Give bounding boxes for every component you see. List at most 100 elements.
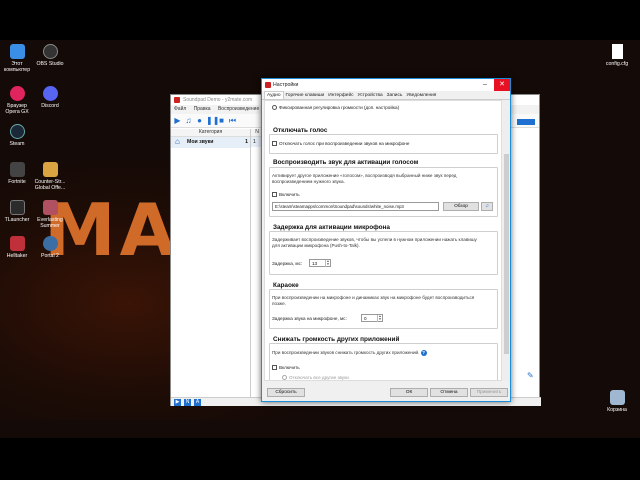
- mute-voice-checkbox[interactable]: Отключать голос при воспроизведении звук…: [272, 141, 410, 147]
- desktop-icon-label: Корзина: [607, 407, 627, 413]
- desktop-icon-everlasting-summer[interactable]: Everlasting Summer: [33, 200, 67, 229]
- desktop-icon-this-pc[interactable]: Этот компьютер: [0, 44, 34, 73]
- activation-sound-checkbox[interactable]: Включить: [272, 192, 300, 198]
- settings-title: Настройки: [273, 82, 299, 88]
- desktop-icon-label: Counter-Str... Global Offe...: [34, 179, 66, 191]
- desktop-icon-label: Helltaker: [6, 253, 28, 259]
- home-icon: ⌂: [175, 137, 180, 146]
- mic-delay-description: Задерживает воспроизведение звуков, чтоб…: [272, 237, 477, 248]
- desktop-icon-fortnite[interactable]: Fortnite: [0, 162, 34, 185]
- tab-interface[interactable]: Интерфейс: [326, 92, 355, 99]
- category-item-my-sounds[interactable]: ⌂ Мои звуки 1: [171, 137, 250, 148]
- a-button[interactable]: A: [194, 399, 201, 406]
- desktop-icon-label: config.cfg: [605, 61, 629, 67]
- mute-all-radio[interactable]: Отключать все другие звуки: [282, 375, 349, 380]
- discord-icon: [42, 86, 58, 101]
- scrollbar-thumb[interactable]: [504, 154, 509, 354]
- desktop-icon-config[interactable]: config.cfg: [600, 44, 634, 67]
- desktop-icon-label: Steam: [9, 141, 25, 147]
- microphone-icon[interactable]: ●: [195, 116, 204, 125]
- mute-voice-checkbox-label: Отключать голос при воспроизведении звук…: [279, 141, 410, 146]
- karaoke-delay-value: 0: [364, 316, 367, 321]
- karaoke-delay-stepper[interactable]: 0 ▲ ▼: [361, 314, 383, 322]
- desktop-icon-tlauncher[interactable]: TLauncher: [0, 200, 34, 223]
- browse-button[interactable]: Обзор: [443, 202, 479, 211]
- desktop-icon-label: Fortnite: [8, 179, 26, 185]
- settings-footer: Сбросить ОК Отмена Применить: [262, 384, 512, 402]
- screen: MA Этот компьютер OBS Studio Браузер Ope…: [0, 0, 640, 480]
- lower-volume-title: Снижать громкость других приложений: [272, 336, 401, 343]
- minimize-icon[interactable]: –: [477, 79, 493, 91]
- mute-voice-title: Отключать голос: [272, 127, 329, 134]
- checkbox[interactable]: [272, 365, 277, 371]
- apply-button[interactable]: Применить: [470, 388, 508, 397]
- desktop-icon-discord[interactable]: Discord: [33, 86, 67, 109]
- desktop-icon-opera-gx[interactable]: Браузер Opera GX: [0, 86, 34, 115]
- karaoke-description: При воспроизведении на микрофоне и динам…: [272, 295, 475, 306]
- activation-sound-description: Активирует другое приложение «голосом», …: [272, 173, 457, 184]
- bottom-black-bar: [0, 438, 640, 480]
- tab-hotkeys[interactable]: Горячие клавиши: [284, 92, 327, 99]
- desktop-icon-helltaker[interactable]: Helltaker: [0, 236, 34, 259]
- pause-icon[interactable]: ❚❚: [206, 116, 219, 125]
- radio-button[interactable]: [282, 375, 287, 380]
- category-label: Мои звуки: [187, 139, 214, 145]
- activation-sound-path-input[interactable]: E:\steam\steamapps\common\Soundpad\sound…: [272, 202, 439, 211]
- lower-volume-checkbox[interactable]: Включить: [272, 365, 300, 371]
- play-small-icon[interactable]: ▶: [174, 399, 181, 406]
- tab-audio[interactable]: Аудио: [264, 91, 284, 99]
- category-header[interactable]: Категория: [171, 129, 250, 137]
- desktop-icon-portal-2[interactable]: Portal 2: [33, 236, 67, 259]
- checkbox[interactable]: [272, 141, 277, 147]
- tlauncher-icon: [9, 200, 25, 215]
- desktop-icon-label: Everlasting Summer: [37, 217, 63, 229]
- desktop-icon-label: Discord: [41, 103, 59, 109]
- help-icon[interactable]: ?: [420, 350, 427, 356]
- stop-icon[interactable]: ■: [217, 116, 226, 125]
- helltaker-icon: [9, 236, 25, 251]
- tab-notifications[interactable]: Уведомления: [404, 92, 438, 99]
- obs-icon: [42, 44, 58, 59]
- desktop-icon-label: Браузер Opera GX: [5, 103, 29, 115]
- mic-delay-label: Задержка, мс:: [272, 261, 303, 266]
- soundpad-title: Soundpad Demo - y2mate.com: [183, 97, 253, 103]
- volume-slider[interactable]: [517, 119, 535, 125]
- menu-edit[interactable]: Правка: [194, 106, 211, 112]
- portal-2-icon: [42, 236, 58, 251]
- ok-button[interactable]: ОК: [390, 388, 428, 397]
- cancel-button[interactable]: Отмена: [430, 388, 468, 397]
- stepper-arrows-icon[interactable]: ▲ ▼: [377, 315, 382, 322]
- play-icon[interactable]: ▶: [173, 116, 182, 125]
- stepper-arrows-icon[interactable]: ▲ ▼: [325, 260, 330, 267]
- settings-title-bar[interactable]: Настройки – ✕: [262, 79, 510, 91]
- desktop-icon-obs[interactable]: OBS Studio: [33, 44, 67, 67]
- desktop-icon-label: OBS Studio: [36, 61, 64, 67]
- lower-volume-description: При воспроизведении звуков снижать громк…: [272, 350, 484, 356]
- settings-dialog: Настройки – ✕ Аудио Горячие клавиши Инте…: [261, 78, 511, 402]
- tab-recording[interactable]: Запись: [385, 92, 405, 99]
- checkbox[interactable]: [272, 192, 277, 198]
- desktop-icon-label: TLauncher: [4, 217, 30, 223]
- wrench-icon[interactable]: ✎: [527, 371, 537, 381]
- headphones-icon[interactable]: ♫: [184, 116, 193, 125]
- desktop-icon-recycle-bin[interactable]: Корзина: [600, 390, 634, 413]
- close-icon[interactable]: ✕: [494, 79, 510, 91]
- karaoke-title: Караоке: [272, 282, 300, 289]
- radio-button[interactable]: [272, 105, 277, 111]
- n-button[interactable]: N: [184, 399, 191, 406]
- settings-scrollbar[interactable]: [503, 100, 510, 381]
- desktop-icon-csgo[interactable]: Counter-Str... Global Offe...: [33, 162, 67, 191]
- previous-icon[interactable]: ⏮: [228, 116, 237, 125]
- reset-button[interactable]: Сбросить: [267, 388, 305, 397]
- desktop-icon-steam[interactable]: Steam: [0, 124, 34, 147]
- headphones-preview-icon[interactable]: ♫: [481, 202, 493, 211]
- lower-volume-description-text: При воспроизведении звуков снижать громк…: [272, 350, 420, 355]
- menu-playback[interactable]: Воспроизведение: [218, 106, 259, 112]
- activation-sound-checkbox-label: Включить: [279, 192, 300, 197]
- fixed-volume-radio[interactable]: Фиксированная регулировка громкости (доп…: [272, 105, 399, 111]
- mic-delay-stepper[interactable]: 13 ▲ ▼: [309, 259, 331, 267]
- menu-file[interactable]: Файл: [174, 106, 186, 112]
- karaoke-delay-label: Задержка звука на микрофоне, мс:: [272, 316, 347, 321]
- csgo-icon: [42, 162, 58, 177]
- tab-devices[interactable]: Устройства: [356, 92, 385, 99]
